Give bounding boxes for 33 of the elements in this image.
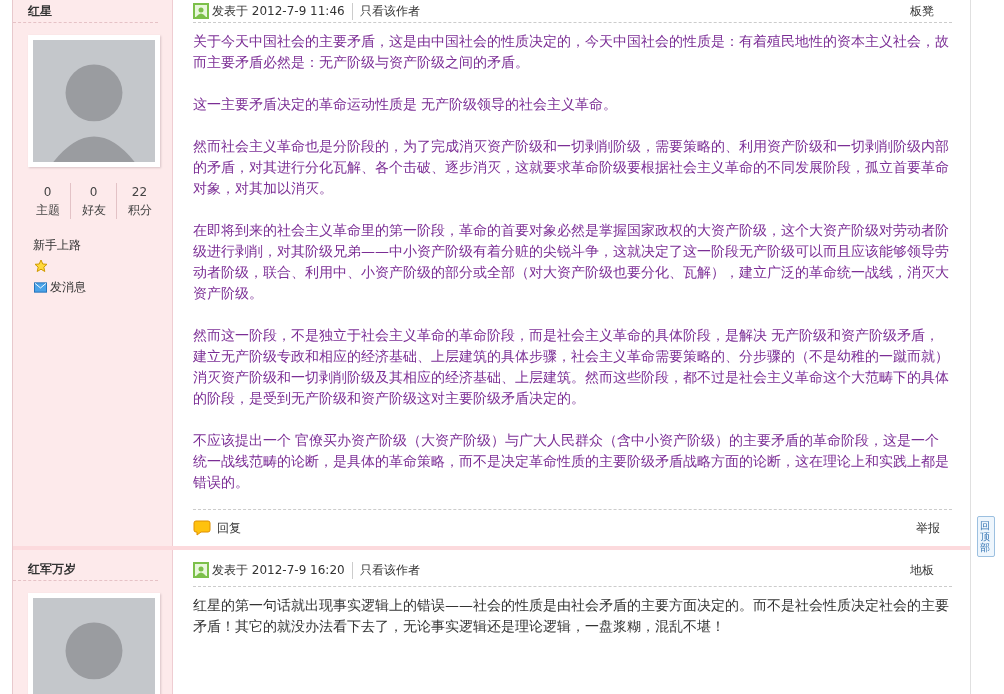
send-message-link[interactable]: 发消息 <box>34 279 86 296</box>
stat-label: 主题 <box>35 202 60 219</box>
stat-value[interactable]: 0 <box>89 183 98 201</box>
author-name[interactable]: 红星 <box>13 0 158 23</box>
stat-value[interactable]: 0 <box>43 183 52 201</box>
stat-label: 好友 <box>81 202 106 219</box>
author-only-link[interactable]: 只看该作者 <box>352 2 420 20</box>
envelope-icon <box>34 282 47 293</box>
stat-label: 积分 <box>127 202 152 219</box>
post-paragraph: 不应该提出一个 官僚买办资产阶级（大资产阶级）与广大人民群众（含中小资产阶级）的主要矛盾的革命阶段，这是一个统一战线范畴的论断，是具体的革命策略，而不是决定革命性质的主要阶级矛盾战略方面的论断，这在理论上和实践上都是错误的。 <box>193 431 949 492</box>
floor-number: 地板 <box>910 561 935 579</box>
speech-bubble-icon <box>193 520 211 536</box>
post-paragraph: 然而社会主义革命也是分阶段的，为了完成消灭资产阶级和一切剥削阶级，需要策略的、利用资产阶级和一切剥削阶级内部的矛盾，对其进行分化瓦解、各个击破、逐步消灭，这就要求革命阶级要根据社会主义革命的不同发展阶段，孤立首要革命对象，对其加以消灭。 <box>193 137 949 198</box>
post-icon <box>193 562 209 578</box>
post-paragraph: 这一主要矛盾决定的革命运动性质是 无产阶级领导的社会主义革命。 <box>193 95 619 114</box>
floor-number: 板凳 <box>910 2 935 20</box>
user-rank: 新手上路 <box>33 237 81 253</box>
report-link[interactable]: 举报 <box>916 519 952 537</box>
post-paragraph: 关于今天中国社会的主要矛盾，这是由中国社会的性质决定的，今天中国社会的性质是：有着殖民地性的资本主义社会，故而主要矛盾必然是：无产阶级与资产阶级之间的矛盾。 <box>193 32 949 72</box>
stat-value[interactable]: 22 <box>131 183 148 201</box>
avatar[interactable] <box>28 35 160 167</box>
post-paragraph: 在即将到来的社会主义革命里的第一阶段，革命的首要对象必然是掌握国家政权的大资产阶级，这个大资产阶级对劳动者阶级进行剥削，对其阶级兄弟——中小资产阶级有着分赃的尖锐斗争，这就决定了这一阶段无产阶级可以而且应该能够领导劳动者阶级，联合、利用中、小资产阶级的部分或全部（对大资产阶级也要分化、瓦解），建立广泛的革命统一战线，消灭大资产阶级。 <box>193 221 949 303</box>
reply-button[interactable]: 回复 <box>193 519 241 537</box>
back-to-top-button[interactable]: 回顶部 <box>977 516 995 557</box>
post-time: 发表于 2012-7-9 11:46 <box>212 2 353 20</box>
post-icon <box>193 3 209 19</box>
post-time: 发表于 2012-7-9 16:20 <box>212 561 353 579</box>
author-name[interactable]: 红军万岁 <box>13 550 158 581</box>
author-only-link[interactable]: 只看该作者 <box>352 561 420 579</box>
post-paragraph: 红星的第一句话就出现事实逻辑上的错误——社会的性质是由社会矛盾的主要方面决定的。而不是社会性质决定社会的主要矛盾！其它的就没办法看下去了，无论事实逻辑还是理论逻辑，一盘浆糊，混乱不堪！ <box>193 596 949 636</box>
avatar[interactable] <box>28 593 160 694</box>
post-paragraph: 然而这一阶段，不是独立于社会主义革命的革命阶段，而是社会主义革命的具体阶段，是解决 无产阶级和资产阶级矛盾，建立无产阶级专政和相应的经济基础、上层建筑的具体步骤，社会主义革命需要策略的、分步骤的（不是幼稚的一蹴而就）消灭资产阶级和一切剥削阶级及其相应的经济基础、上层建筑。然而这些阶段，都不过是社会主义革命这个大范畴下的具体的阶段，是受到无产阶级和资产阶级这对主要阶级矛盾决定的。 <box>193 326 949 408</box>
star-icon <box>34 259 48 273</box>
